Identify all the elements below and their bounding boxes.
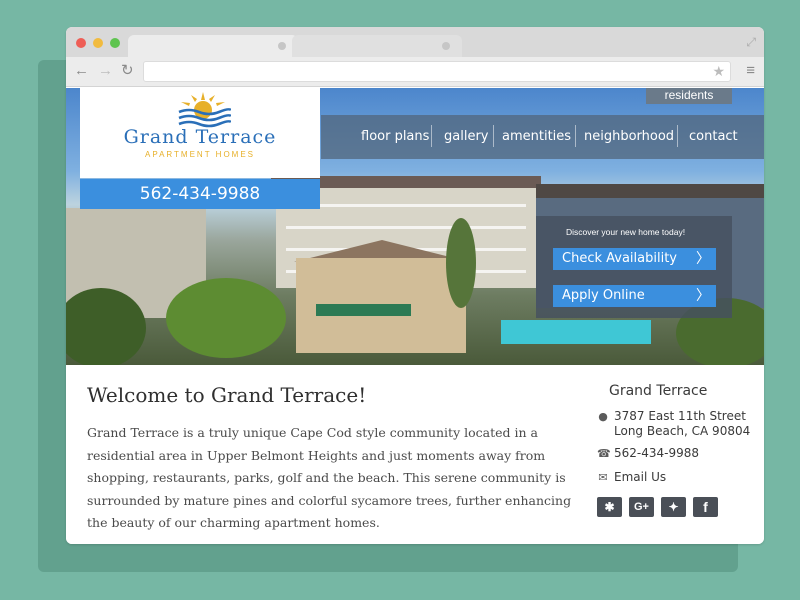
nav-divider: [493, 125, 494, 147]
reload-icon[interactable]: ↻: [121, 63, 134, 79]
cta-tagline: Discover your new home today!: [566, 227, 686, 237]
mail-center-awning: [316, 304, 411, 316]
logo-name: Grand Terrace: [123, 126, 277, 148]
residents-link[interactable]: residents: [646, 88, 732, 104]
page-title: Welcome to Grand Terrace!: [87, 383, 367, 407]
header-phone[interactable]: 562-434-9988: [80, 179, 320, 209]
apply-online-button[interactable]: Apply Online 〉: [553, 285, 716, 307]
browser-window: ⤢ ← → ↻ ★ ≡ floor plans gallery amentiti…: [66, 27, 764, 544]
browser-titlebar: ⤢: [66, 27, 764, 57]
nav-divider: [575, 125, 576, 147]
nav-divider: [431, 125, 432, 147]
chevron-right-icon: 〉: [696, 251, 710, 267]
address-bar[interactable]: ★: [143, 61, 731, 82]
back-arrow-icon[interactable]: ←: [74, 63, 89, 79]
apply-online-label: Apply Online: [562, 288, 645, 303]
twitter-icon[interactable]: ✦: [661, 497, 686, 517]
minimize-window-button[interactable]: [93, 38, 103, 48]
browser-tab-inactive[interactable]: [292, 35, 462, 57]
nav-divider: [677, 125, 678, 147]
facebook-icon[interactable]: f: [693, 497, 718, 517]
bookmark-star-icon[interactable]: ★: [712, 63, 725, 80]
logo-subtitle: APARTMENT HOMES: [144, 150, 255, 159]
close-window-button[interactable]: [76, 38, 86, 48]
main-nav: floor plans gallery amentities neighborh…: [321, 115, 764, 159]
yelp-icon[interactable]: ✱: [597, 497, 622, 517]
check-availability-button[interactable]: Check Availability 〉: [553, 248, 716, 270]
sidebar-phone[interactable]: 562-434-9988: [614, 446, 699, 461]
hamburger-menu-icon[interactable]: ≡: [746, 62, 755, 79]
sidebar-title: Grand Terrace: [609, 383, 708, 399]
hero-image: floor plans gallery amentities neighborh…: [66, 88, 764, 365]
fullscreen-icon[interactable]: ⤢: [746, 35, 756, 50]
browser-tab-active[interactable]: [128, 35, 298, 57]
nav-amentities[interactable]: amentities: [502, 129, 571, 144]
tree: [446, 218, 476, 308]
map-pin-icon: ●: [598, 410, 608, 423]
tree: [166, 278, 286, 358]
address-line-2: Long Beach, CA 90804: [614, 424, 751, 438]
maximize-window-button[interactable]: [110, 38, 120, 48]
nav-contact[interactable]: contact: [689, 129, 738, 144]
forward-arrow-icon[interactable]: →: [98, 63, 113, 79]
intro-paragraph: Grand Terrace is a truly unique Cape Cod…: [87, 425, 572, 530]
cta-panel: Discover your new home today! Check Avai…: [536, 216, 732, 318]
nav-floor-plans[interactable]: floor plans: [361, 129, 429, 144]
email-us-link[interactable]: Email Us: [614, 470, 666, 485]
check-availability-label: Check Availability: [562, 251, 677, 266]
site-logo[interactable]: Grand Terrace APARTMENT HOMES: [80, 88, 320, 178]
phone-icon: ☎: [597, 447, 611, 460]
nav-gallery[interactable]: gallery: [444, 129, 488, 144]
envelope-icon: ✉: [598, 471, 608, 484]
browser-toolbar: ← → ↻ ★ ≡: [66, 57, 764, 87]
chevron-right-icon: 〉: [696, 288, 710, 304]
main-content: Welcome to Grand Terrace! Grand Terrace …: [66, 365, 764, 544]
swimming-pool: [501, 320, 651, 344]
address-line-1: 3787 East 11th Street: [614, 409, 746, 423]
tab-close-icon[interactable]: [278, 42, 286, 50]
tab-close-icon[interactable]: [442, 42, 450, 50]
google-plus-icon[interactable]: G+: [629, 497, 654, 517]
sun-waves-icon: [178, 92, 231, 128]
nav-neighborhood[interactable]: neighborhood: [584, 129, 674, 144]
